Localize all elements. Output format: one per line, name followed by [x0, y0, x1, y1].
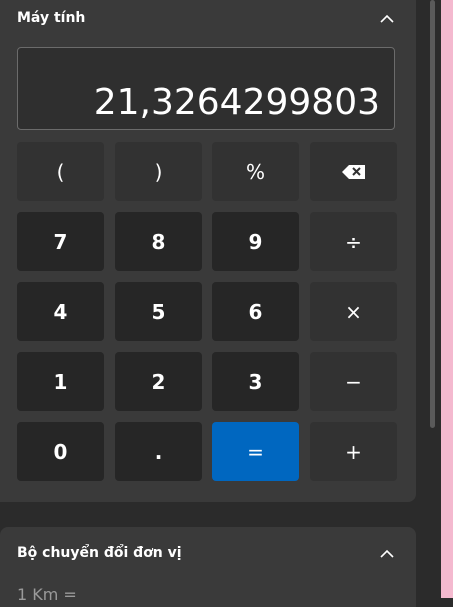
key-label: 1	[53, 369, 68, 394]
digit-0-key[interactable]: 0	[17, 422, 104, 481]
percent-key[interactable]: %	[212, 142, 299, 201]
digit-3-key[interactable]: 3	[212, 352, 299, 411]
open-paren-key[interactable]: (	[17, 142, 104, 201]
key-label: 9	[248, 229, 263, 254]
decimal-key[interactable]: .	[115, 422, 202, 481]
display-value: 21,3264299803	[93, 82, 380, 123]
digit-9-key[interactable]: 9	[212, 212, 299, 271]
converter-title: Bộ chuyển đổi đơn vị	[17, 545, 182, 561]
key-label: 4	[53, 299, 68, 324]
backspace-icon	[341, 164, 365, 179]
key-label: 8	[151, 229, 166, 254]
key-label: =	[247, 439, 264, 464]
digit-7-key[interactable]: 7	[17, 212, 104, 271]
calculator-panel: Máy tính 21,3264299803 ()% 7 8 9 ÷ 4 5 6 × 1 2 3 − 0.…	[0, 0, 416, 502]
add-key[interactable]: +	[310, 422, 397, 481]
digit-6-key[interactable]: 6	[212, 282, 299, 341]
unit-converter-panel: Bộ chuyển đổi đơn vị 1 Km =	[0, 527, 416, 607]
key-label: %	[245, 159, 265, 184]
key-label: 3	[248, 369, 263, 394]
backspace-key[interactable]	[310, 142, 397, 201]
digit-4-key[interactable]: 4	[17, 282, 104, 341]
side-strip	[441, 0, 453, 598]
key-label: +	[345, 439, 362, 464]
key-label: ×	[345, 299, 362, 324]
converter-input-line: 1 Km =	[17, 585, 77, 604]
result-display: 21,3264299803	[17, 47, 395, 130]
multiply-key[interactable]: ×	[310, 282, 397, 341]
key-label: ÷	[345, 229, 362, 254]
collapse-chevron-up-icon[interactable]	[380, 14, 394, 24]
key-label: )	[154, 159, 163, 184]
key-label: 5	[151, 299, 166, 324]
digit-5-key[interactable]: 5	[115, 282, 202, 341]
digit-2-key[interactable]: 2	[115, 352, 202, 411]
equals-key[interactable]: =	[212, 422, 299, 481]
key-label: 0	[53, 439, 68, 464]
close-paren-key[interactable]: )	[115, 142, 202, 201]
divide-key[interactable]: ÷	[310, 212, 397, 271]
calculator-title: Máy tính	[17, 10, 86, 26]
key-label: .	[154, 439, 163, 464]
key-label: −	[345, 369, 362, 394]
scrollbar-thumb[interactable]	[430, 0, 435, 428]
digit-8-key[interactable]: 8	[115, 212, 202, 271]
subtract-key[interactable]: −	[310, 352, 397, 411]
converter-chevron-up-icon[interactable]	[380, 549, 394, 559]
key-label: 7	[53, 229, 68, 254]
key-label: 2	[151, 369, 166, 394]
digit-1-key[interactable]: 1	[17, 352, 104, 411]
key-label: 6	[248, 299, 263, 324]
key-label: (	[56, 159, 65, 184]
